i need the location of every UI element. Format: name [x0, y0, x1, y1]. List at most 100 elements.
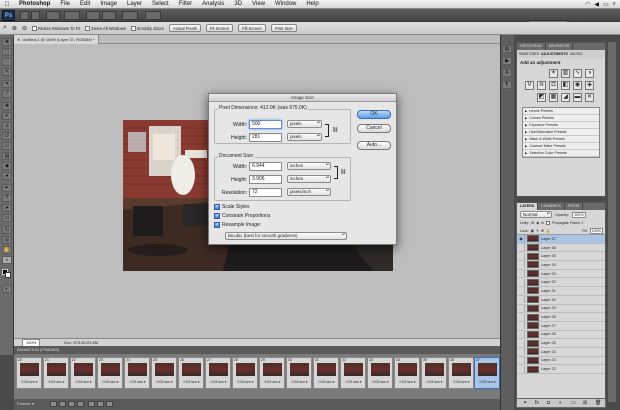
- close-tab-icon[interactable]: ✕: [17, 35, 20, 44]
- hand-tool-button[interactable]: [86, 11, 100, 20]
- arrange-documents-button[interactable]: [122, 11, 138, 20]
- rotate-view-button[interactable]: [102, 11, 116, 20]
- layer-row[interactable]: Layer 36: [517, 244, 605, 253]
- menu-3d[interactable]: 3D: [229, 1, 247, 7]
- spotlight-icon[interactable]: ⌕: [613, 1, 616, 8]
- visibility-toggle[interactable]: [518, 278, 525, 286]
- animation-frame[interactable]: 36 0.03 sec.▾: [448, 357, 474, 389]
- layer-row[interactable]: Layer 30: [517, 296, 605, 305]
- 3d-orbit-tool-icon[interactable]: ◎: [2, 236, 12, 244]
- photo-filter-icon[interactable]: ◉: [573, 81, 582, 90]
- path-selection-tool-icon[interactable]: ➤: [2, 204, 12, 212]
- eye-icon[interactable]: ◉: [518, 235, 525, 243]
- layer-row[interactable]: Layer 32: [517, 278, 605, 288]
- menu-help[interactable]: Help: [301, 1, 323, 7]
- zoom-out-icon[interactable]: ⊖: [22, 25, 27, 32]
- wifi-icon[interactable]: ◠: [585, 1, 590, 8]
- visibility-toggle[interactable]: [518, 252, 525, 260]
- new-layer-icon[interactable]: ⊞: [583, 400, 587, 406]
- add-mask-icon[interactable]: ◘: [547, 400, 550, 406]
- bridge-button[interactable]: [20, 11, 29, 20]
- resolution-input[interactable]: 72: [249, 188, 282, 197]
- resample-image-checkbox[interactable]: ✓ Resample Image:: [214, 222, 261, 228]
- tab-channels[interactable]: CHANNELS: [538, 203, 565, 210]
- animation-frame[interactable]: 22 0.03 sec.▾: [70, 357, 96, 389]
- crop-tool-icon[interactable]: ⌗: [2, 80, 12, 88]
- resize-windows-option[interactable]: Resize Windows To Fit: [31, 25, 80, 31]
- color-balance-icon[interactable]: ⚖: [549, 81, 558, 90]
- tween-button[interactable]: [88, 401, 95, 407]
- paragraph-panel-icon[interactable]: ¶: [502, 81, 512, 89]
- animation-frame[interactable]: 24 0.03 sec.▾: [124, 357, 150, 389]
- posterize-icon[interactable]: ▦: [549, 93, 558, 102]
- layer-row[interactable]: ◉ Layer 37: [517, 235, 605, 244]
- menu-window[interactable]: Window: [270, 1, 301, 7]
- resample-method-select[interactable]: Bicubic (best for smooth gradients): [225, 232, 347, 240]
- visibility-toggle[interactable]: [518, 339, 525, 347]
- blend-mode-select[interactable]: Normal: [520, 211, 552, 218]
- height-unit-select[interactable]: pixels: [287, 133, 322, 141]
- doc-height-input[interactable]: 3.906: [249, 175, 282, 184]
- unify-style-icon[interactable]: fx: [541, 221, 544, 225]
- opacity-field[interactable]: 100%: [571, 211, 586, 218]
- levels-icon[interactable]: ▥: [561, 69, 570, 78]
- document-info[interactable]: Doc: 675.0K/24.6M: [64, 339, 98, 346]
- tab-layers[interactable]: LAYERS: [517, 203, 539, 210]
- type-tool-icon[interactable]: T: [2, 194, 12, 202]
- layer-row[interactable]: Layer 29: [517, 304, 605, 314]
- eyedropper-tool-icon[interactable]: ⁄: [2, 90, 12, 98]
- zoom-tool-icon[interactable]: ⌕: [2, 256, 12, 264]
- quick-mask-icon[interactable]: ◐: [2, 285, 12, 293]
- visibility-toggle[interactable]: [518, 304, 525, 312]
- black-white-icon[interactable]: ◧: [561, 81, 570, 90]
- height-pixels-input[interactable]: 281: [249, 133, 282, 142]
- zoom-tool-icon[interactable]: ⌕: [3, 24, 7, 32]
- tab-adjustments[interactable]: ADJUSTMENTS: [541, 52, 568, 56]
- visibility-toggle[interactable]: [518, 244, 525, 252]
- visibility-toggle[interactable]: [518, 330, 525, 338]
- width-pixels-input[interactable]: 500: [249, 120, 282, 129]
- tab-masks[interactable]: MASKS: [570, 52, 583, 56]
- animation-frame[interactable]: 30 0.03 sec.▾: [286, 357, 312, 389]
- battery-icon[interactable]: ▭: [603, 1, 609, 8]
- lock-all-icon[interactable]: 🔒: [546, 229, 550, 233]
- zoom-all-windows-option[interactable]: Zoom All Windows: [85, 25, 126, 31]
- cancel-button[interactable]: Cancel: [357, 124, 391, 133]
- visibility-toggle[interactable]: [518, 365, 525, 373]
- quick-select-tool-icon[interactable]: ✎: [2, 68, 12, 76]
- extras-dropdown[interactable]: [46, 11, 60, 20]
- brush-tool-icon[interactable]: ✐: [2, 112, 12, 120]
- animation-frame[interactable]: 26 0.03 sec.▾: [178, 357, 204, 389]
- animation-frame-selected[interactable]: 37 0.03 sec.▾: [474, 357, 500, 389]
- menu-file[interactable]: File: [55, 1, 75, 7]
- width-unit-select[interactable]: pixels: [287, 120, 322, 128]
- menu-analysis[interactable]: Analysis: [197, 1, 229, 7]
- print-size-button[interactable]: Print Size: [270, 24, 297, 32]
- menu-view[interactable]: View: [247, 1, 270, 7]
- clone-stamp-tool-icon[interactable]: ♙: [2, 122, 12, 130]
- blur-tool-icon[interactable]: ◆: [2, 162, 12, 170]
- layer-row[interactable]: Layer 28: [517, 313, 605, 322]
- fx-icon[interactable]: fx: [535, 400, 539, 406]
- curves-icon[interactable]: ∿: [573, 69, 582, 78]
- animation-frame[interactable]: 20 0.03 sec.▾: [16, 357, 42, 389]
- volume-icon[interactable]: ◀: [594, 1, 599, 8]
- tab-paths[interactable]: PATHS: [565, 203, 584, 210]
- eraser-tool-icon[interactable]: ▱: [2, 142, 12, 150]
- layer-row[interactable]: Layer 31: [517, 287, 605, 296]
- animation-frame[interactable]: 29 0.03 sec.▾: [259, 357, 285, 389]
- menu-image[interactable]: Image: [95, 1, 122, 7]
- animation-frame[interactable]: 25 0.03 sec.▾: [151, 357, 177, 389]
- trash-icon[interactable]: 🗑: [595, 400, 601, 406]
- channel-mixer-icon[interactable]: ◈: [585, 81, 594, 90]
- lock-transparent-icon[interactable]: ▦: [531, 229, 534, 233]
- history-brush-tool-icon[interactable]: ↺: [2, 132, 12, 140]
- animation-frame[interactable]: 33 0.03 sec.▾: [367, 357, 393, 389]
- visibility-toggle[interactable]: [518, 356, 525, 364]
- history-panel-icon[interactable]: ▤: [502, 45, 512, 53]
- next-frame-button[interactable]: [77, 401, 84, 407]
- menu-filter[interactable]: Filter: [174, 1, 197, 7]
- menu-layer[interactable]: Layer: [122, 1, 147, 7]
- hand-tool-icon[interactable]: ✋: [2, 246, 12, 254]
- document-tab[interactable]: ✕ Untitled-1 @ 100% (Layer 37, RGB/8#) *: [14, 35, 100, 44]
